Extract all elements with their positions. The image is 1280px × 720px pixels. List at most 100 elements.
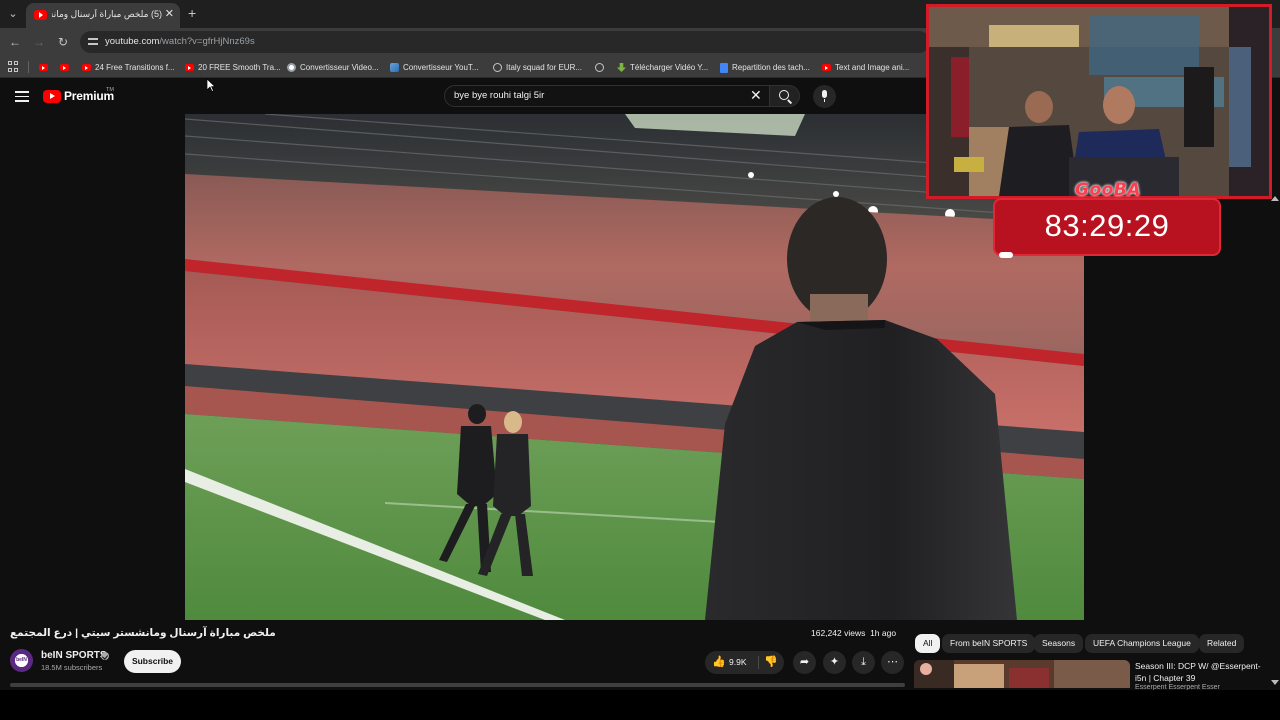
bookmark-label: Text and Image ani... <box>835 63 910 72</box>
download-arrow-icon <box>617 63 626 72</box>
site-info-icon[interactable] <box>88 35 100 47</box>
youtube-icon <box>34 10 47 20</box>
share-icon: ➦ <box>799 656 810 668</box>
streamer-name: GooBA <box>1075 180 1141 200</box>
avatar-text: beIN <box>16 657 27 663</box>
youtube-icon <box>60 64 69 71</box>
bookmark-item[interactable]: Repartition des tach... <box>720 61 810 74</box>
like-divider <box>758 656 759 669</box>
screen: ⌄ (5) ملخص مباراة آرسنال ومانشستر سيتي |… <box>0 0 1280 720</box>
video-title: ملخص مباراة آرسنال ومانشستر سيتي | درع ا… <box>10 627 276 639</box>
apps-grid-icon[interactable] <box>8 61 19 72</box>
share-button[interactable]: ➦ <box>793 651 816 674</box>
bookmark-label: 20 FREE Smooth Tra... <box>198 63 281 72</box>
back-arrow-icon: ← <box>9 35 21 49</box>
search-button[interactable] <box>770 85 800 107</box>
verified-icon <box>101 652 109 660</box>
download-icon: ⤓ <box>861 656 866 668</box>
channel-avatar[interactable]: beIN <box>10 649 33 672</box>
new-tab-button[interactable]: + <box>188 5 196 21</box>
bookmark-label: 24 Free Transitions f... <box>95 63 175 72</box>
page-scrollbar[interactable] <box>1269 114 1280 694</box>
url-text: youtube.com/watch?v=gfrHjNnz69s <box>105 36 255 47</box>
bookmark-item[interactable]: 20 FREE Smooth Tra... <box>185 61 281 74</box>
forward-button[interactable]: → <box>30 33 48 51</box>
clear-search-icon[interactable]: ✕ <box>750 88 762 102</box>
youtube-icon <box>185 64 194 71</box>
globe-icon <box>493 63 502 72</box>
chip-champions-league[interactable]: UEFA Champions League <box>1085 634 1199 653</box>
streamer-webcam-overlay <box>926 4 1272 199</box>
more-actions-button[interactable]: ⋯ <box>881 651 904 674</box>
subscriber-count: 18.5M subscribers <box>41 663 103 672</box>
bookmark-label: Repartition des tach... <box>732 63 810 72</box>
tab-close-icon[interactable]: ✕ <box>165 7 174 20</box>
globe-icon <box>595 63 604 72</box>
download-button[interactable]: ⤓ <box>852 651 875 674</box>
scroll-up-icon[interactable] <box>1271 196 1279 201</box>
youtube-play-icon <box>43 89 61 103</box>
voice-search-button[interactable] <box>813 85 836 108</box>
stream-timer: 83:29:29 <box>1044 208 1170 243</box>
chrome-icon <box>287 63 296 72</box>
channel-name[interactable]: beIN SPORTS <box>41 650 107 661</box>
url-host: youtube.com <box>105 36 160 47</box>
bookmark-item[interactable]: 24 Free Transitions f... <box>82 61 175 74</box>
search-input[interactable] <box>454 90 744 101</box>
reload-button[interactable]: ↻ <box>54 33 72 51</box>
bookmark-label: Italy squad for EUR... <box>506 63 583 72</box>
chip-related[interactable]: Related <box>1199 634 1245 653</box>
bookmark-item[interactable] <box>595 61 608 74</box>
youtube-icon <box>822 64 831 71</box>
logo-trademark: TM <box>106 87 114 93</box>
layers-icon <box>390 63 399 72</box>
back-button[interactable]: ← <box>6 33 24 51</box>
tab-search-button[interactable]: ⌄ <box>4 5 22 23</box>
tab-title: (5) ملخص مباراة آرسنال ومانشستر سيتي | د… <box>52 9 162 19</box>
bookmark-item[interactable]: Convertisseur Video... <box>287 61 379 74</box>
reload-icon: ↻ <box>57 35 69 49</box>
upload-age: 1h ago <box>870 628 897 638</box>
chip-all[interactable]: All <box>915 634 941 653</box>
bookmark-item[interactable]: Convertisseur YouT... <box>390 61 479 74</box>
ask-ai-button[interactable]: ✦ <box>823 651 846 674</box>
chip-from-channel[interactable]: From beIN SPORTS <box>942 634 1036 653</box>
description-scrollbar[interactable] <box>10 683 905 687</box>
chip-seasons[interactable]: Seasons <box>1034 634 1084 653</box>
sparkle-icon: ✦ <box>829 656 840 668</box>
bookmark-item[interactable]: Italy squad for EUR... <box>493 61 582 74</box>
menu-icon[interactable] <box>15 91 29 102</box>
youtube-icon <box>82 64 91 71</box>
bookmark-label: Convertisseur Video... <box>300 63 379 72</box>
bookmark-label: Télécharger Vidéo Y... <box>630 63 709 72</box>
related-video-title[interactable]: Season III: DCP W/ @Esserpent-i5n | Chap… <box>1135 660 1270 684</box>
like-dislike-group: 👍 9.9K 👎 <box>705 651 784 674</box>
bookmark-item[interactable]: Text and Image ani... <box>822 61 909 74</box>
like-count[interactable]: 9.9K <box>729 657 747 667</box>
search-box[interactable] <box>444 85 770 107</box>
more-icon: ⋯ <box>887 656 898 668</box>
youtube-icon <box>39 64 48 71</box>
address-bar[interactable]: youtube.com/watch?v=gfrHjNnz69s <box>80 31 930 53</box>
docs-icon <box>720 62 728 73</box>
views-text: 162,242 views <box>811 628 866 638</box>
timer-indicator <box>999 252 1013 258</box>
bookmarks-divider <box>28 61 29 73</box>
search-icon <box>779 90 789 100</box>
bookmark-item[interactable] <box>39 61 52 74</box>
subscribe-button[interactable]: Subscribe <box>124 650 181 673</box>
browser-tab-active[interactable]: (5) ملخص مباراة آرسنال ومانشستر سيتي | د… <box>26 3 180 28</box>
like-icon[interactable]: 👍 <box>712 656 726 669</box>
scroll-down-icon[interactable] <box>1271 680 1279 685</box>
bookmark-item[interactable] <box>60 61 73 74</box>
taskbar-area <box>0 690 1280 720</box>
url-path: /watch?v=gfrHjNnz69s <box>159 36 255 47</box>
youtube-premium-logo[interactable]: Premium TM <box>43 87 114 103</box>
mouse-cursor-icon <box>207 79 215 92</box>
thumbnail-image <box>914 660 1130 688</box>
bookmark-item[interactable]: Télécharger Vidéo Y... <box>617 61 708 74</box>
forward-arrow-icon: → <box>33 35 45 49</box>
dislike-icon[interactable]: 👎 <box>764 656 778 669</box>
chevron-down-icon: ⌄ <box>8 8 18 20</box>
related-video-thumbnail[interactable] <box>914 660 1130 688</box>
